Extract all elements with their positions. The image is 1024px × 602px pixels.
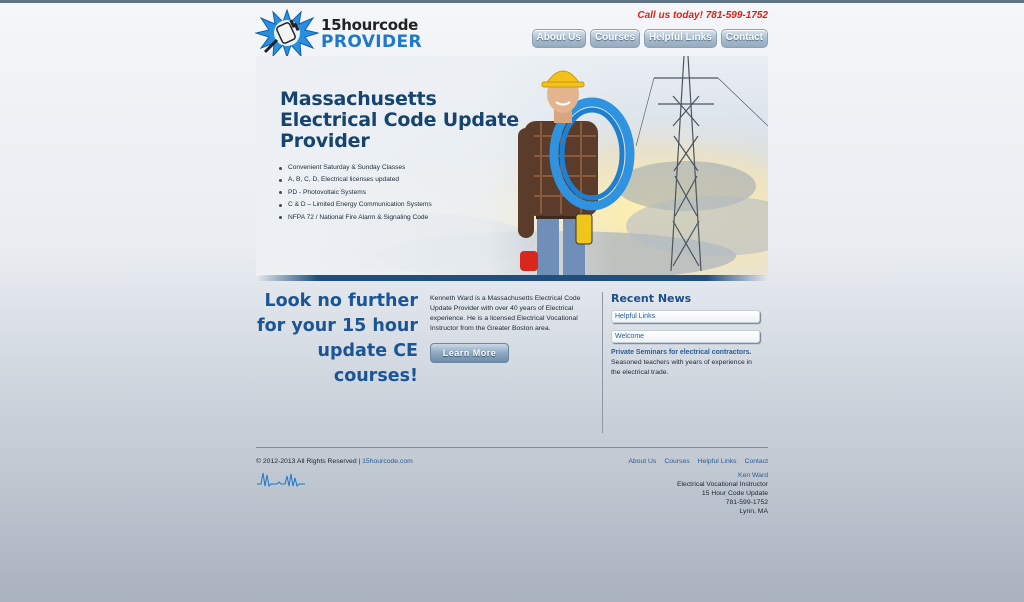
lightning-plug-icon: [255, 8, 319, 58]
footer-nav-courses[interactable]: Courses: [664, 458, 689, 465]
contact-block: Ken Ward Electrical Vocational Instructo…: [677, 471, 768, 516]
list-item: PD - Photovoltaic Systems: [278, 187, 432, 199]
nav-about-us[interactable]: About Us: [531, 29, 586, 48]
news-link-helpful-links[interactable]: Helpful Links: [611, 310, 760, 323]
logo-text-bottom: PROVIDER: [321, 32, 423, 52]
footer-divider: [256, 447, 768, 448]
hero-divider: [256, 275, 768, 281]
nav-helpful-links[interactable]: Helpful Links: [643, 29, 717, 48]
top-border: [0, 0, 1024, 3]
news-link-welcome[interactable]: Welcome: [611, 330, 760, 343]
site-link[interactable]: 15hourcode.com: [362, 458, 413, 465]
column-divider: [602, 292, 603, 433]
hero-title: Massachusetts Electrical Code Update Pro…: [280, 88, 519, 152]
nav-courses[interactable]: Courses: [589, 29, 640, 48]
hero-banner: Massachusetts Electrical Code Update Pro…: [256, 56, 768, 276]
copyright: © 2012-2013 All Rights Reserved | 15hour…: [256, 458, 413, 465]
contact-name: Ken Ward: [738, 472, 768, 479]
nav-contact[interactable]: Contact: [720, 29, 768, 48]
news-item-heading[interactable]: Private Seminars for electrical contract…: [611, 349, 752, 356]
list-item: NFPA 72 / National Fire Alarm & Signalin…: [278, 212, 432, 224]
tagline-heading: Look no further for your 15 hour update …: [257, 291, 418, 386]
learn-more-button[interactable]: Learn More: [430, 343, 509, 363]
footer-nav-about-us[interactable]: About Us: [628, 458, 656, 465]
hero-features-list: Convenient Saturday & Sunday Classes A, …: [278, 162, 432, 224]
recent-news-title: Recent News: [611, 292, 692, 305]
contact-line: 781-599-1752: [725, 499, 768, 506]
footer-nav-contact[interactable]: Contact: [745, 458, 768, 465]
list-item: Convenient Saturday & Sunday Classes: [278, 162, 432, 174]
main-nav: About Us Courses Helpful Links Contact: [531, 29, 768, 48]
footer-nav: About Us Courses Helpful Links Contact: [628, 458, 768, 465]
site-logo[interactable]: 15hourcode PROVIDER: [255, 8, 425, 58]
list-item: A, B, C, D, Electrical licenses updated: [278, 174, 432, 186]
intro-text: Kenneth Ward is a Massachusetts Electric…: [430, 295, 581, 332]
contact-line: Electrical Vocational Instructor: [676, 481, 768, 488]
copyright-text: © 2012-2013 All Rights Reserved |: [256, 458, 361, 465]
phone-callout: Call us today! 781-599-1752: [637, 10, 768, 21]
contact-line: Lynn, MA: [739, 508, 768, 515]
news-item-body: Seasoned teachers with years of experien…: [611, 359, 752, 376]
waveform-signature-icon: [257, 472, 305, 488]
list-item: C & D – Limited Energy Communication Sys…: [278, 199, 432, 211]
contact-line: 15 Hour Code Update: [701, 490, 768, 497]
footer-nav-helpful-links[interactable]: Helpful Links: [698, 458, 737, 465]
